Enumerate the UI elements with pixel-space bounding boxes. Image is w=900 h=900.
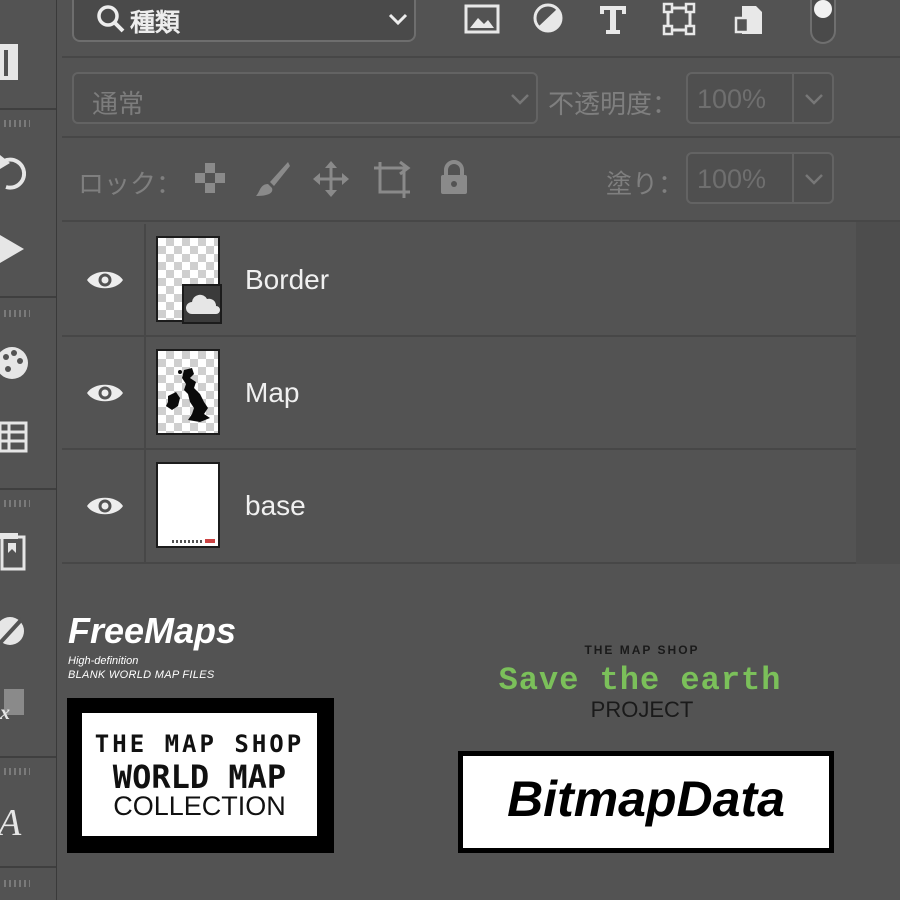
lock-pixels-brush-icon[interactable] bbox=[254, 160, 292, 198]
british-isles-map-icon bbox=[166, 368, 210, 422]
blend-mode-value: 通常 bbox=[92, 89, 145, 119]
search-icon bbox=[97, 5, 125, 33]
svg-text:A: A bbox=[0, 802, 22, 844]
play-action-icon[interactable] bbox=[0, 224, 40, 274]
chevron-down-icon bbox=[805, 94, 823, 105]
map-shop-line1: THE MAP SHOP bbox=[94, 730, 305, 758]
visibility-eye-icon[interactable] bbox=[86, 380, 124, 406]
freemaps-tagline: BLANK WORLD MAP FILES bbox=[68, 669, 215, 681]
cloud-icon bbox=[186, 294, 220, 314]
visibility-eye-icon[interactable] bbox=[86, 267, 124, 293]
thumbnail-red-mark bbox=[205, 539, 215, 543]
image-filter-icon[interactable] bbox=[464, 2, 500, 38]
save-earth-project: PROJECT bbox=[590, 697, 694, 722]
lock-transparency-icon[interactable] bbox=[194, 162, 226, 194]
bitmapdata-logo: BitmapData bbox=[507, 771, 785, 827]
lock-artboard-icon[interactable] bbox=[372, 160, 412, 198]
visibility-eye-icon[interactable] bbox=[86, 493, 124, 519]
lock-all-padlock-icon[interactable] bbox=[438, 160, 470, 196]
layer-name-base: base bbox=[245, 490, 306, 521]
layers-scrollbar-track[interactable] bbox=[856, 222, 900, 564]
fill-value: 100% bbox=[697, 164, 767, 194]
fx-icon[interactable]: x bbox=[0, 680, 40, 730]
filter-kind-label: 種類 bbox=[130, 9, 181, 37]
chevron-down-icon bbox=[805, 174, 823, 185]
map-shop-line3: COLLECTION bbox=[113, 791, 286, 821]
fill-label: 塗り： bbox=[606, 169, 685, 199]
type-filter-icon[interactable] bbox=[596, 2, 632, 38]
chevron-down-icon bbox=[511, 94, 529, 105]
color-palette-icon[interactable] bbox=[0, 338, 40, 388]
swatches-grid-icon[interactable] bbox=[0, 412, 40, 462]
tool-strip: x A bbox=[0, 0, 57, 900]
filter-toggle-knob bbox=[814, 0, 832, 18]
layer-name-map: Map bbox=[245, 377, 300, 408]
lock-position-move-icon[interactable] bbox=[312, 160, 350, 198]
layer-name-border: Border bbox=[245, 264, 330, 295]
history-icon[interactable] bbox=[0, 148, 40, 198]
opacity-value: 100% bbox=[697, 84, 767, 114]
save-earth-small-label: THE MAP SHOP bbox=[584, 643, 700, 657]
smart-object-filter-icon[interactable] bbox=[732, 2, 768, 38]
panel-tool-icon[interactable] bbox=[0, 36, 40, 86]
opacity-label: 不透明度： bbox=[548, 89, 679, 119]
shape-filter-icon[interactable] bbox=[662, 2, 698, 38]
adjustment-filter-icon[interactable] bbox=[530, 2, 566, 38]
library-icon[interactable] bbox=[0, 528, 40, 578]
layer-thumbnail-base bbox=[156, 462, 220, 548]
chevron-down-icon[interactable] bbox=[388, 12, 408, 26]
lock-label: ロック： bbox=[78, 169, 183, 199]
freemaps-logo: FreeMaps bbox=[68, 610, 237, 651]
save-earth-title: Save the earth bbox=[498, 662, 782, 699]
adjustments-icon[interactable] bbox=[0, 606, 40, 656]
thumbnail-footer-mark bbox=[172, 540, 202, 543]
freemaps-subtitle: High-definition bbox=[68, 655, 139, 667]
character-icon[interactable]: A bbox=[0, 796, 40, 846]
svg-text:x: x bbox=[0, 702, 10, 724]
